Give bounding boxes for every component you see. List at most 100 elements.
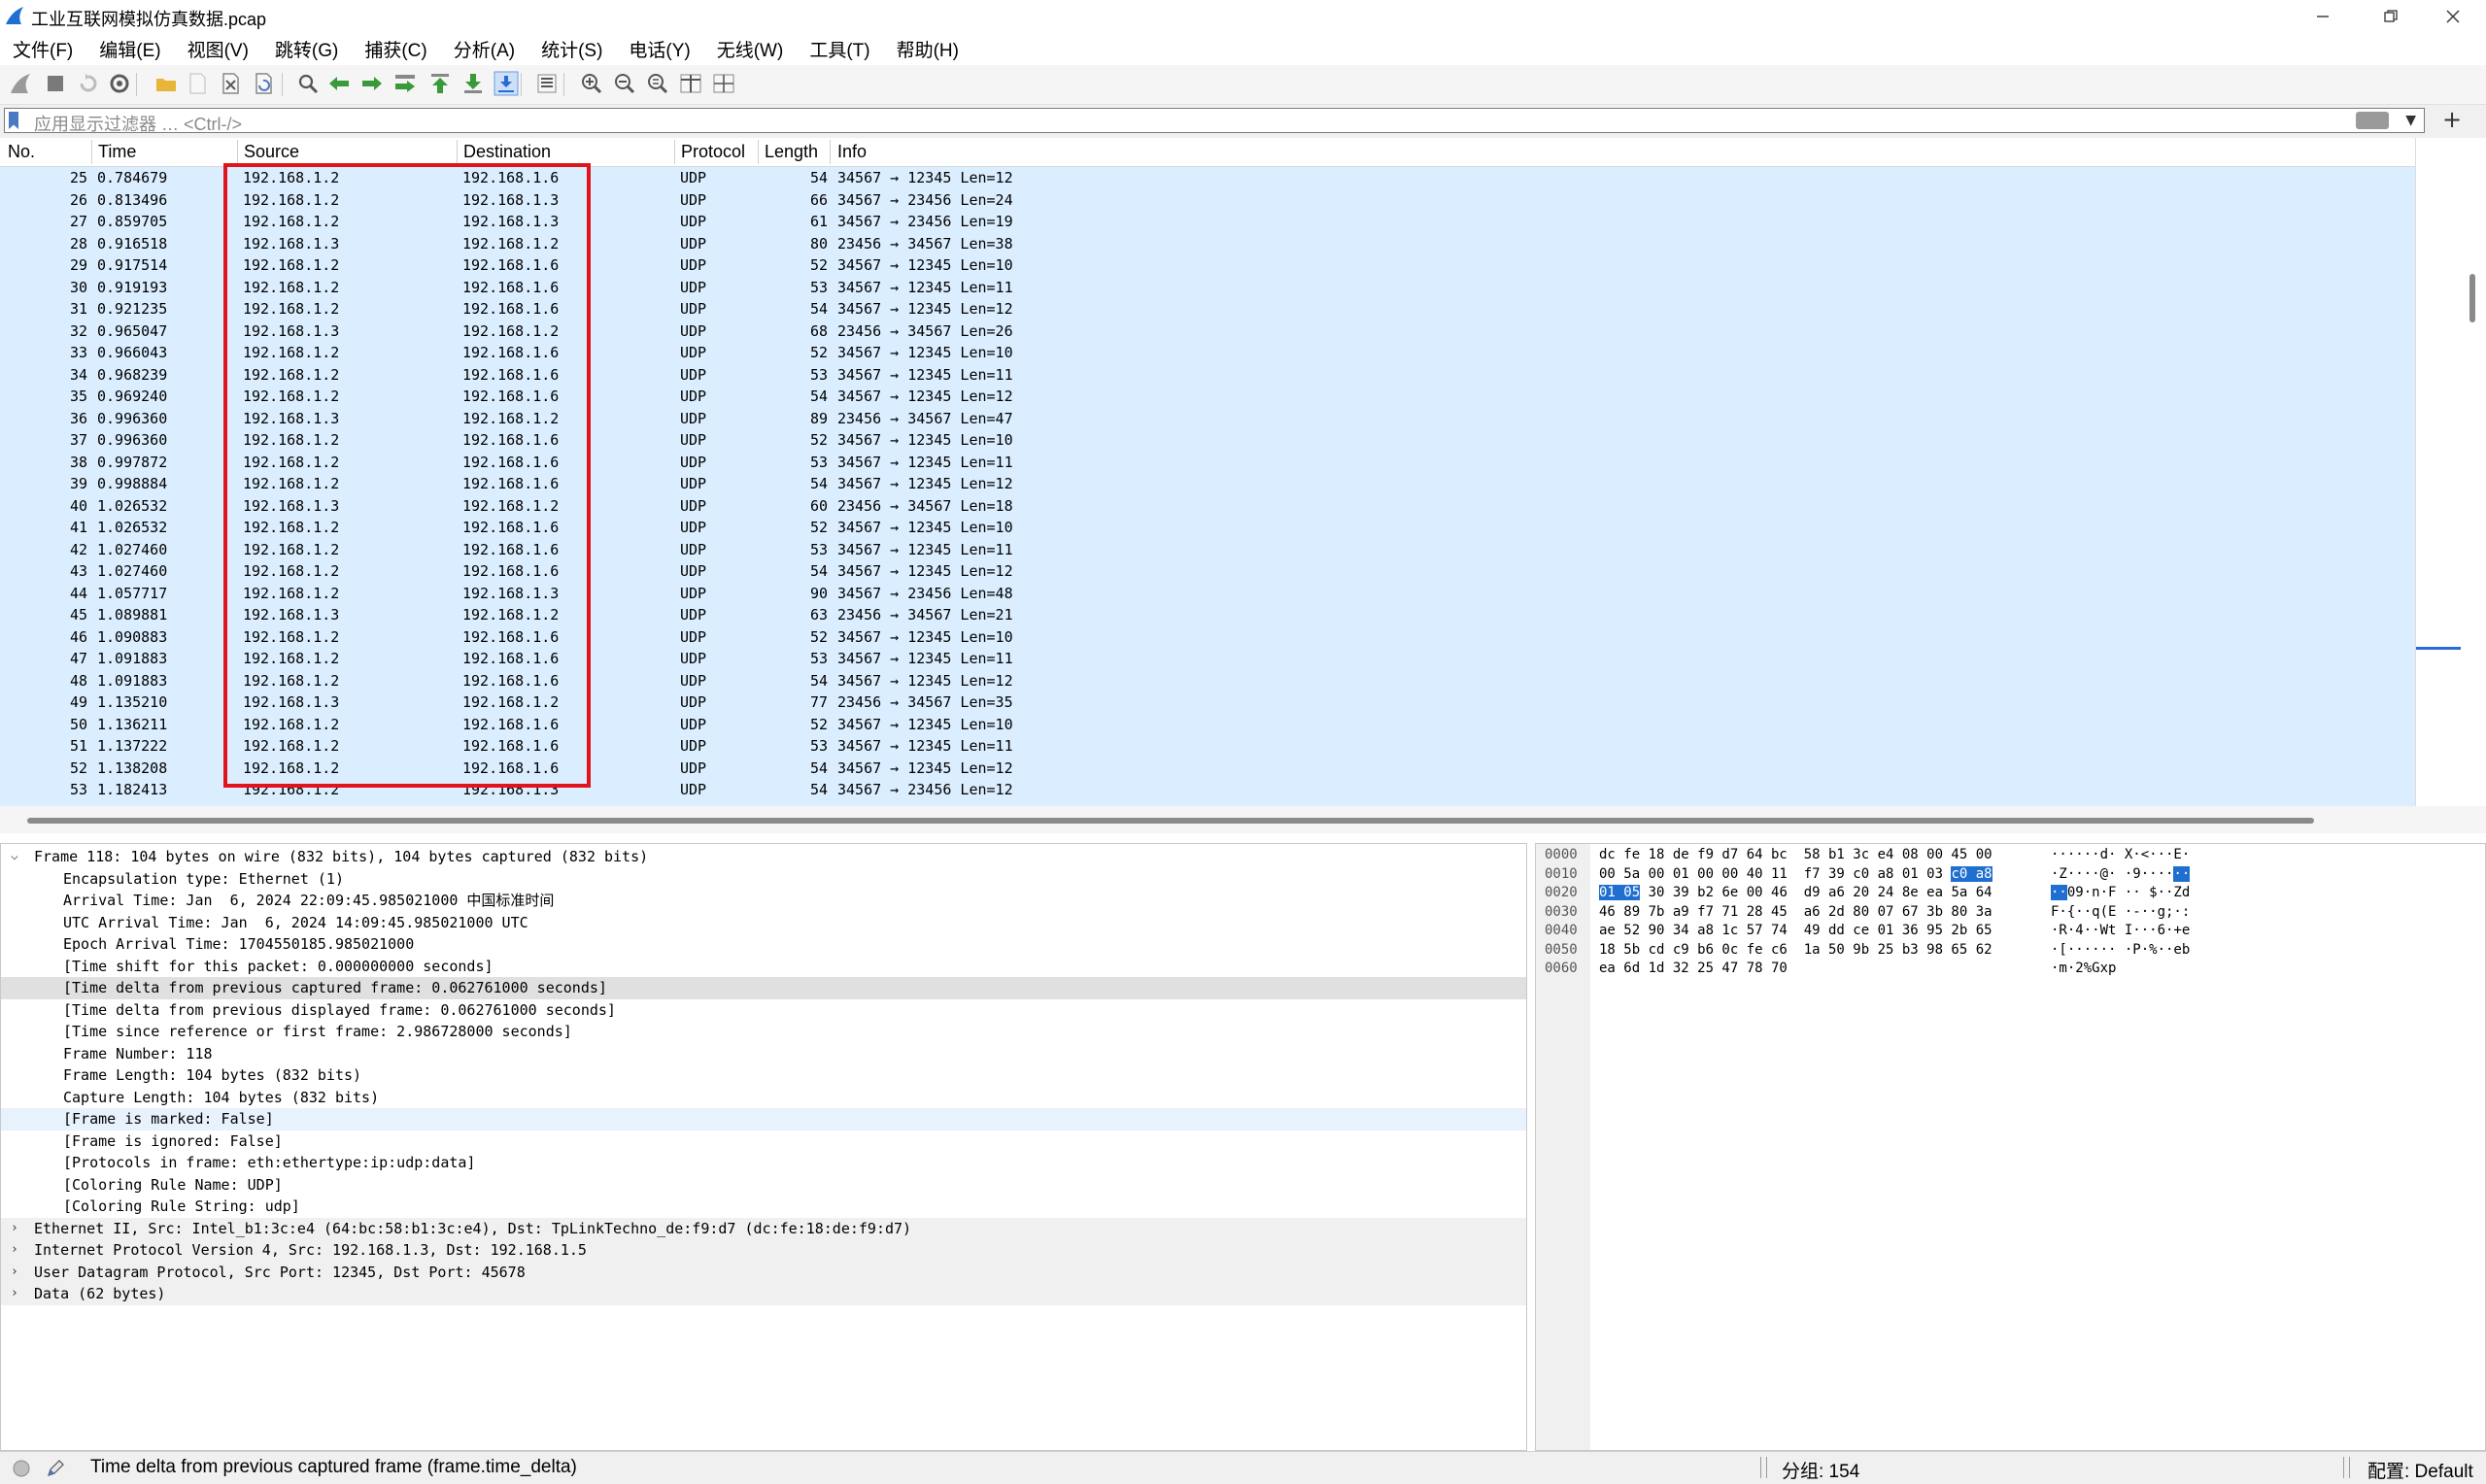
restart-capture-button[interactable]: [76, 71, 101, 96]
detail-tree-field[interactable]: [Protocols in frame: eth:ethertype:ip:ud…: [1, 1152, 1526, 1174]
packet-row[interactable]: 28 0.916518 192.168.1.3 192.168.1.2 UDP 80 234…: [0, 232, 2415, 254]
packet-row[interactable]: 26 0.813496 192.168.1.2 192.168.1.3 UDP 66 345…: [0, 188, 2415, 211]
packet-row[interactable]: 38 0.997872 192.168.1.2 192.168.1.6 UDP 53 345…: [0, 451, 2415, 473]
packet-row[interactable]: 53 1.182413 192.168.1.2 192.168.1.3 UDP 54 345…: [0, 779, 2415, 801]
detail-tree-section[interactable]: › Ethernet II, Src: Intel_b1:3c:e4 (64:bc…: [1, 1217, 1526, 1240]
apply-filter-button[interactable]: [2356, 112, 2389, 129]
zoom-in-button[interactable]: [579, 71, 604, 96]
edit-comment-icon[interactable]: [45, 1458, 66, 1479]
add-filter-button-icon[interactable]: +: [2442, 106, 2462, 133]
colorize-button[interactable]: [534, 71, 560, 96]
menu-item[interactable]: 电话(Y): [616, 36, 703, 62]
go-to-packet-button[interactable]: [392, 71, 418, 96]
zoom-out-button[interactable]: [612, 71, 637, 96]
menu-item[interactable]: 分析(A): [441, 36, 528, 62]
packet-row[interactable]: 30 0.919193 192.168.1.2 192.168.1.6 UDP 53 345…: [0, 276, 2415, 298]
packet-row[interactable]: 29 0.917514 192.168.1.2 192.168.1.6 UDP 52 345…: [0, 254, 2415, 277]
menu-item[interactable]: 捕获(C): [352, 36, 440, 62]
packet-row[interactable]: 39 0.998884 192.168.1.2 192.168.1.6 UDP 54 345…: [0, 473, 2415, 495]
reload-file-button[interactable]: [251, 71, 276, 96]
detail-tree-field[interactable]: Epoch Arrival Time: 1704550185.985021000: [1, 933, 1526, 956]
packet-row[interactable]: 33 0.966043 192.168.1.2 192.168.1.6 UDP 52 345…: [0, 342, 2415, 364]
menu-item[interactable]: 跳转(G): [262, 36, 352, 62]
maximize-button[interactable]: [2357, 0, 2425, 32]
packet-row[interactable]: 31 0.921235 192.168.1.2 192.168.1.6 UDP 54 345…: [0, 298, 2415, 320]
chevron-right-icon[interactable]: ›: [11, 1218, 18, 1240]
packet-list-vertical-scrollbar[interactable]: [2415, 138, 2486, 806]
packet-row[interactable]: 46 1.090883 192.168.1.2 192.168.1.6 UDP 52 345…: [0, 625, 2415, 648]
detail-tree-section[interactable]: › User Datagram Protocol, Src Port: 12345…: [1, 1261, 1526, 1284]
save-file-button[interactable]: [185, 71, 210, 96]
minimize-button[interactable]: [2289, 0, 2357, 32]
column-header-no[interactable]: No.: [8, 142, 35, 162]
close-window-button[interactable]: [2419, 0, 2486, 32]
hex-row[interactable]: 0060 ea 6d 1d 32 25 47 78 70 ·m·2%Gxp: [1536, 960, 2478, 979]
packet-list-horizontal-scrollbar[interactable]: [0, 806, 2486, 833]
go-back-button[interactable]: [326, 71, 352, 96]
filter-bookmark-icon[interactable]: [9, 112, 18, 129]
hex-row[interactable]: 0030 46 89 7b a9 f7 71 28 45 a6 2d 80 07 …: [1536, 903, 2478, 923]
menu-item[interactable]: 无线(W): [704, 36, 798, 62]
packet-row[interactable]: 45 1.089881 192.168.1.3 192.168.1.2 UDP 63 234…: [0, 604, 2415, 626]
column-divider[interactable]: [91, 140, 92, 164]
hex-row[interactable]: 0000 dc fe 18 de f9 d7 64 bc 58 b1 3c e4 …: [1536, 846, 2478, 865]
detail-tree-field[interactable]: [Time delta from previous displayed fram…: [1, 999, 1526, 1022]
column-divider[interactable]: [674, 140, 675, 164]
open-file-button[interactable]: [153, 71, 179, 96]
column-divider[interactable]: [237, 140, 238, 164]
hex-row[interactable]: 0040 ae 52 90 34 a8 1c 57 74 49 dd ce 01 …: [1536, 922, 2478, 941]
packet-row[interactable]: 32 0.965047 192.168.1.3 192.168.1.2 UDP 68 234…: [0, 320, 2415, 342]
menu-item[interactable]: 文件(F): [0, 36, 86, 62]
packet-row[interactable]: 43 1.027460 192.168.1.2 192.168.1.6 UDP 54 345…: [0, 560, 2415, 583]
chevron-right-icon[interactable]: ›: [11, 1283, 18, 1305]
detail-tree-field[interactable]: [Coloring Rule String: udp]: [1, 1196, 1526, 1218]
capture-options-button[interactable]: [107, 71, 132, 96]
close-file-button[interactable]: [218, 71, 243, 96]
packet-row[interactable]: 52 1.138208 192.168.1.2 192.168.1.6 UDP 54 345…: [0, 757, 2415, 779]
packet-row[interactable]: 50 1.136211 192.168.1.2 192.168.1.6 UDP 52 345…: [0, 713, 2415, 735]
detail-tree-field[interactable]: [Time delta from previous captured frame…: [1, 977, 1526, 999]
shark-fin-start-button[interactable]: [8, 71, 33, 96]
profile-selector[interactable]: 配置: Default: [2367, 1457, 2473, 1483]
column-divider[interactable]: [758, 140, 759, 164]
go-forward-button[interactable]: [359, 71, 385, 96]
go-last-button[interactable]: [460, 71, 486, 96]
detail-tree-field[interactable]: Capture Length: 104 bytes (832 bits): [1, 1087, 1526, 1109]
find-packet-button[interactable]: [295, 71, 321, 96]
column-header-protocol[interactable]: Protocol: [681, 142, 745, 162]
packet-row[interactable]: 51 1.137222 192.168.1.2 192.168.1.6 UDP 53 345…: [0, 735, 2415, 758]
detail-tree-field[interactable]: Encapsulation type: Ethernet (1): [1, 868, 1526, 891]
detail-tree-field[interactable]: Frame Number: 118: [1, 1043, 1526, 1065]
packet-row[interactable]: 40 1.026532 192.168.1.3 192.168.1.2 UDP 60 234…: [0, 494, 2415, 517]
layout-button[interactable]: [711, 71, 736, 96]
chevron-right-icon[interactable]: ›: [11, 1239, 18, 1262]
column-header-source[interactable]: Source: [244, 142, 299, 162]
stop-capture-button[interactable]: [43, 71, 68, 96]
display-filter-input[interactable]: 应用显示过滤器 … <Ctrl-/> ▼: [4, 108, 2425, 134]
packet-row[interactable]: 49 1.135210 192.168.1.3 192.168.1.2 UDP 77 234…: [0, 691, 2415, 714]
packet-row[interactable]: 42 1.027460 192.168.1.2 192.168.1.6 UDP 53 345…: [0, 538, 2415, 560]
packet-row[interactable]: 41 1.026532 192.168.1.2 192.168.1.6 UDP 52 345…: [0, 517, 2415, 539]
resize-columns-button[interactable]: [678, 71, 703, 96]
autoscroll-button[interactable]: [494, 71, 519, 96]
horizontal-scrollbar-thumb[interactable]: [27, 818, 2314, 824]
detail-tree-field[interactable]: UTC Arrival Time: Jan 6, 2024 14:09:45.9…: [1, 912, 1526, 934]
detail-tree-field[interactable]: [Coloring Rule Name: UDP]: [1, 1174, 1526, 1197]
vertical-scrollbar-thumb[interactable]: [2469, 274, 2475, 322]
go-first-button[interactable]: [427, 71, 453, 96]
filter-history-dropdown-icon[interactable]: ▼: [2405, 113, 2416, 128]
detail-tree-field[interactable]: [Frame is ignored: False]: [1, 1130, 1526, 1153]
detail-tree-section[interactable]: ⌵ Frame 118: 104 bytes on wire (832 bits)…: [1, 846, 1526, 868]
detail-tree-field[interactable]: [Frame is marked: False]: [1, 1108, 1526, 1130]
menu-item[interactable]: 视图(V): [175, 36, 262, 62]
column-header-time[interactable]: Time: [98, 142, 136, 162]
detail-tree-field[interactable]: [Time shift for this packet: 0.000000000…: [1, 956, 1526, 978]
packet-row[interactable]: 35 0.969240 192.168.1.2 192.168.1.6 UDP 54 345…: [0, 386, 2415, 408]
detail-tree-field[interactable]: Frame Length: 104 bytes (832 bits): [1, 1064, 1526, 1087]
detail-tree-field[interactable]: Arrival Time: Jan 6, 2024 22:09:45.98502…: [1, 890, 1526, 912]
column-header-info[interactable]: Info: [837, 142, 867, 162]
packet-row[interactable]: 25 0.784679 192.168.1.2 192.168.1.6 UDP 54 345…: [0, 167, 2415, 189]
menu-item[interactable]: 编辑(E): [86, 36, 174, 62]
chevron-right-icon[interactable]: ›: [11, 1262, 18, 1284]
packet-row[interactable]: 37 0.996360 192.168.1.2 192.168.1.6 UDP 52 345…: [0, 429, 2415, 452]
